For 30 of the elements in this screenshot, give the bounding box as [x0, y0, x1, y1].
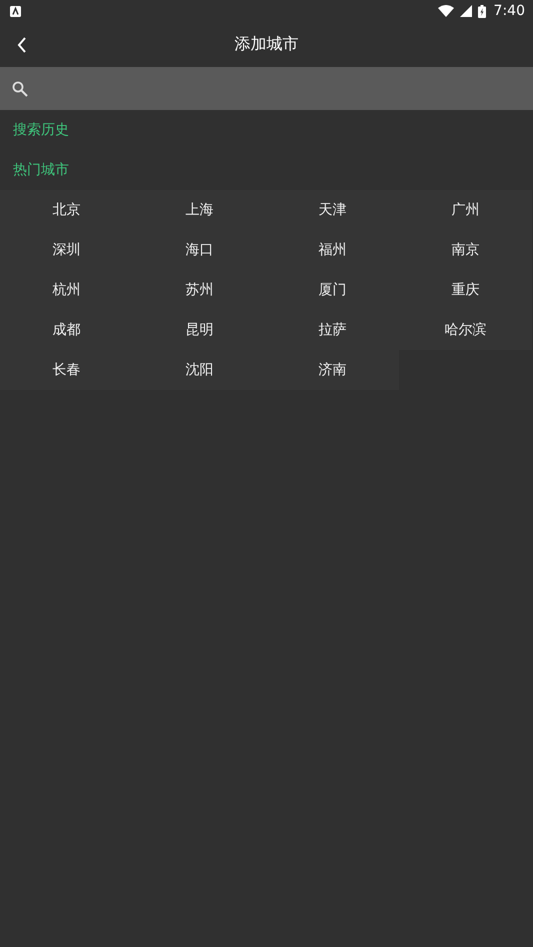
city-button[interactable]: 南京	[399, 230, 532, 270]
search-field[interactable]	[0, 67, 533, 110]
city-button[interactable]: 沈阳	[133, 350, 266, 390]
status-time: 7:40	[494, 3, 525, 19]
city-button[interactable]: 深圳	[0, 230, 133, 270]
page-title: 添加城市	[234, 34, 298, 55]
back-icon	[16, 36, 28, 54]
section-heading: 搜索历史	[12, 121, 70, 140]
city-button[interactable]: 济南	[266, 350, 399, 390]
city-button[interactable]: 海口	[133, 230, 266, 270]
city-button[interactable]: 杭州	[0, 270, 133, 310]
city-button[interactable]: 福州	[266, 230, 399, 270]
city-button[interactable]: 成都	[0, 310, 133, 350]
notification-icon	[10, 6, 21, 16]
city-button[interactable]: 重庆	[399, 270, 532, 310]
city-button[interactable]: 哈尔滨	[399, 310, 532, 350]
city-button[interactable]: 苏州	[133, 270, 266, 310]
city-button[interactable]: 上海	[133, 190, 266, 230]
section-heading: 热门城市	[12, 161, 70, 180]
city-button[interactable]: 拉萨	[266, 310, 399, 350]
battery-icon	[478, 4, 486, 18]
signal-icon	[460, 5, 472, 17]
wifi-icon	[438, 5, 454, 17]
city-button[interactable]: 广州	[399, 190, 532, 230]
city-button[interactable]: 北京	[0, 190, 133, 230]
city-button[interactable]: 昆明	[133, 310, 266, 350]
city-button[interactable]: 厦门	[266, 270, 399, 310]
search-icon	[12, 80, 28, 96]
city-button[interactable]: 天津	[266, 190, 399, 230]
city-button[interactable]: 长春	[0, 350, 133, 390]
